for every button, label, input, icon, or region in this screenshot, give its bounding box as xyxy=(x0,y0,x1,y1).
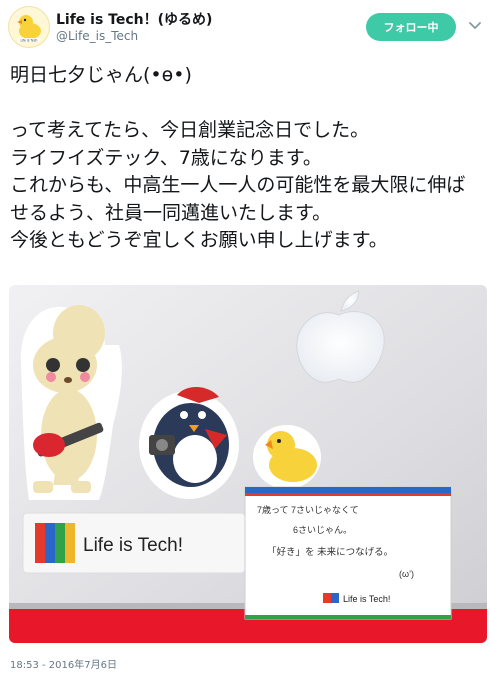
tweet-menu-button[interactable] xyxy=(467,18,483,34)
card-line-2: 6さいじゃん。 xyxy=(293,525,352,535)
card-footer-logo: Life is Tech! xyxy=(343,594,390,604)
duck-sticker xyxy=(253,425,321,489)
svg-text:Life is Tech: Life is Tech xyxy=(21,38,38,42)
account-name[interactable]: Life is Tech！(ゆるめ) xyxy=(56,9,212,29)
following-button[interactable]: フォロー中 xyxy=(366,13,456,41)
card-line-1: 7歳って 7さいじゃなくて xyxy=(257,504,359,515)
account-handle[interactable]: @Life_is_Tech xyxy=(56,29,138,43)
photo-illustration: Life is Tech! 7歳って 7さいじゃなくて 6さいじゃん。 「好き」… xyxy=(9,285,487,643)
life-is-tech-sticker: Life is Tech! xyxy=(22,512,246,574)
card-line-3: 「好き」を 未来につなげる。 xyxy=(267,546,393,558)
account-avatar[interactable]: Life is Tech xyxy=(8,6,50,48)
chevron-down-icon xyxy=(469,22,481,30)
duck-logo-icon: Life is Tech xyxy=(17,15,41,42)
tweet-header: Life is Tech Life is Tech！(ゆるめ) @Life_is… xyxy=(0,0,491,56)
tweet-timestamp[interactable]: 18:53 - 2016年7月6日 xyxy=(10,656,117,671)
tweet-text: 明日七夕じゃん(•ө•) って考えてたら、今日創業記念日でした。 ライフイズテッ… xyxy=(10,64,466,251)
sticker-brand-text: Life is Tech! xyxy=(83,535,183,556)
card-line-4: (ω’) xyxy=(399,569,414,579)
tweet-photo[interactable]: Life is Tech! 7歳って 7さいじゃなくて 6さいじゃん。 「好き」… xyxy=(9,285,487,643)
message-card: 7歳って 7さいじゃなくて 6さいじゃん。 「好き」を 未来につなげる。 (ω’… xyxy=(244,486,452,620)
